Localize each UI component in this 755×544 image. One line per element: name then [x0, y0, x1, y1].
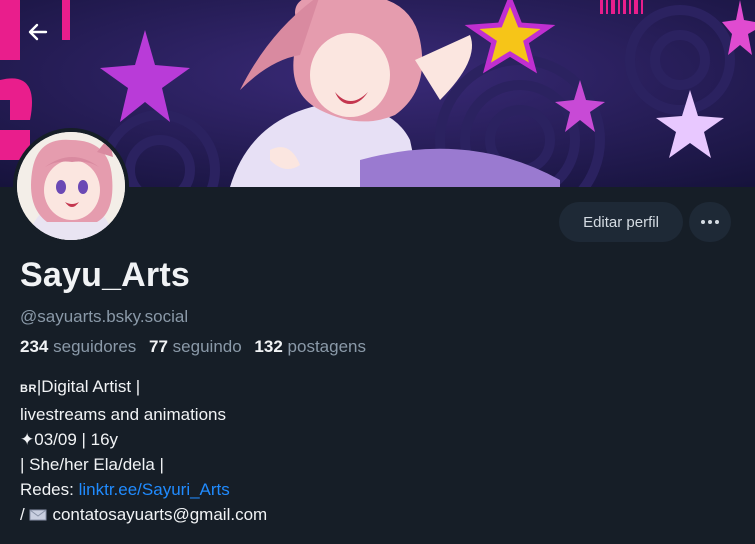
following-count: 77 [149, 337, 168, 356]
bio-line: BR|Digital Artist | [20, 374, 267, 402]
bio-text: / [20, 505, 30, 524]
avatar[interactable] [13, 128, 129, 244]
flag-icon: BR [20, 383, 37, 395]
profile-bio: BR|Digital Artist | livestreams and anim… [20, 374, 267, 527]
more-options-button[interactable] [689, 202, 731, 242]
ellipsis-icon [701, 220, 719, 224]
display-name: Sayu_Arts [20, 256, 190, 294]
edit-profile-button[interactable]: Editar perfil [559, 202, 683, 242]
back-button[interactable] [20, 14, 56, 50]
posts-stat: 132 postagens [254, 337, 366, 356]
avatar-artwork [17, 132, 125, 240]
followers-count: 234 [20, 337, 49, 356]
linktree-link[interactable]: linktr.ee/Sayuri_Arts [79, 480, 230, 499]
profile-handle: @sayuarts.bsky.social [20, 307, 189, 326]
bio-line: | She/her Ela/dela | [20, 455, 164, 474]
email-text: contatosayuarts@gmail.com [52, 505, 268, 524]
posts-label: postagens [287, 337, 366, 356]
bio-text: |Digital Artist | [36, 377, 141, 396]
following-stat[interactable]: 77 seguindo [149, 337, 242, 356]
bio-line: ✦03/09 | 16y [20, 430, 119, 449]
bio-line: Redes: linktr.ee/Sayuri_Arts [20, 477, 267, 502]
envelope-icon [29, 509, 47, 521]
bio-line: livestreams and animations [20, 405, 226, 424]
followers-stat[interactable]: 234 seguidores [20, 337, 136, 356]
following-label: seguindo [172, 337, 242, 356]
arrow-left-icon [28, 23, 48, 41]
posts-count: 132 [254, 337, 283, 356]
followers-label: seguidores [53, 337, 137, 356]
profile-stats: 234 seguidores 77 seguindo 132 postagens [20, 337, 374, 357]
bio-text: Redes: [20, 480, 79, 499]
bio-line: / contatosayuarts@gmail.com [20, 502, 267, 527]
